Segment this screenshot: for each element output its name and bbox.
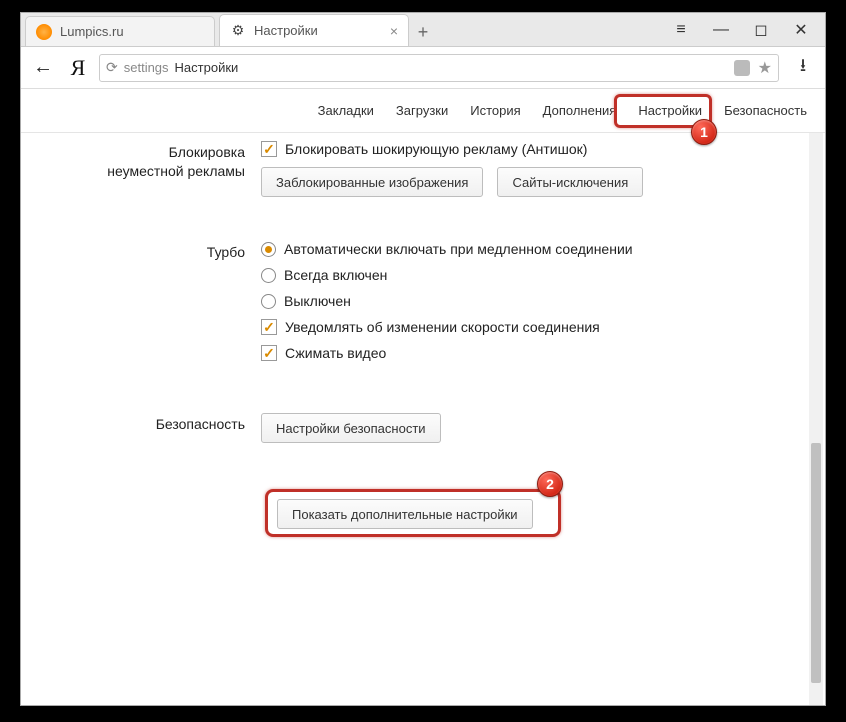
step-marker-2: 2 <box>537 471 563 497</box>
scroll-thumb[interactable] <box>811 443 821 683</box>
section-turbo: Турбо Автоматически включать при медленн… <box>51 241 795 371</box>
url-prefix: settings <box>124 60 169 75</box>
checkbox-compress-video[interactable]: ✓ <box>261 345 277 361</box>
section-label-security: Безопасность <box>51 413 261 453</box>
subnav-downloads[interactable]: Загрузки <box>396 103 448 118</box>
radio-turbo-always[interactable] <box>261 268 276 283</box>
subnav-addons[interactable]: Дополнения <box>543 103 617 118</box>
url-label: Настройки <box>175 60 239 75</box>
window-controls: ≡ — ◻ ✕ <box>661 13 821 47</box>
subnav-security[interactable]: Безопасность <box>724 103 807 118</box>
label-turbo-off: Выключен <box>284 293 351 309</box>
show-advanced-button[interactable]: Показать дополнительные настройки <box>277 499 533 529</box>
label-compress-video: Сжимать видео <box>285 345 386 361</box>
settings-subnav: Закладки Загрузки История Дополнения Нас… <box>21 89 825 133</box>
bookmark-star-icon[interactable]: ★ <box>758 58 772 78</box>
label-notify-speed: Уведомлять об изменении скорости соедине… <box>285 319 600 335</box>
section-adblock: Блокировка неуместной рекламы ✓ Блокиров… <box>51 141 795 207</box>
label-antishock: Блокировать шокирующую рекламу (Антишок) <box>285 141 587 157</box>
settings-content: Блокировка неуместной рекламы ✓ Блокиров… <box>21 133 825 705</box>
back-icon[interactable]: ← <box>29 54 57 82</box>
section-security: Безопасность Настройки безопасности <box>51 413 795 453</box>
yandex-logo-icon[interactable]: Я <box>67 55 89 81</box>
tab-settings[interactable]: ⚙ Настройки × <box>219 14 409 46</box>
advanced-wrap: Показать дополнительные настройки 2 <box>277 499 577 529</box>
downloads-icon[interactable]: ⭳ <box>789 53 817 83</box>
section-label-adblock: Блокировка неуместной рекламы <box>51 141 261 207</box>
gear-icon: ⚙ <box>230 23 246 39</box>
new-tab-button[interactable]: + <box>409 18 437 46</box>
checkbox-antishock[interactable]: ✓ <box>261 141 277 157</box>
close-window-icon[interactable]: ✕ <box>781 15 821 45</box>
subnav-settings[interactable]: Настройки <box>638 103 702 118</box>
maximize-icon[interactable]: ◻ <box>741 15 781 45</box>
scrollbar[interactable] <box>809 133 823 705</box>
label-turbo-auto: Автоматически включать при медленном сое… <box>284 241 633 257</box>
subnav-bookmarks[interactable]: Закладки <box>318 103 374 118</box>
address-bar: ← Я ⟳ settings Настройки ★ ⭳ <box>21 47 825 89</box>
menu-icon[interactable]: ≡ <box>661 15 701 45</box>
minimize-icon[interactable]: — <box>701 15 741 45</box>
tab-title: Lumpics.ru <box>60 24 124 39</box>
close-icon[interactable]: × <box>390 24 398 38</box>
orange-favicon-icon <box>36 24 52 40</box>
blocked-images-button[interactable]: Заблокированные изображения <box>261 167 483 197</box>
refresh-icon[interactable]: ⟳ <box>106 59 118 76</box>
radio-turbo-auto[interactable] <box>261 242 276 257</box>
tab-lumpics[interactable]: Lumpics.ru <box>25 16 215 46</box>
browser-window: Lumpics.ru ⚙ Настройки × + ≡ — ◻ ✕ ← Я ⟳… <box>20 12 826 706</box>
shield-icon[interactable] <box>734 60 750 76</box>
tab-strip: Lumpics.ru ⚙ Настройки × + ≡ — ◻ ✕ <box>21 13 825 47</box>
checkbox-notify-speed[interactable]: ✓ <box>261 319 277 335</box>
site-exceptions-button[interactable]: Сайты-исключения <box>497 167 643 197</box>
tab-title: Настройки <box>254 23 318 38</box>
subnav-history[interactable]: История <box>470 103 520 118</box>
url-input[interactable]: ⟳ settings Настройки ★ <box>99 54 779 82</box>
security-settings-button[interactable]: Настройки безопасности <box>261 413 441 443</box>
section-label-turbo: Турбо <box>51 241 261 371</box>
label-turbo-always: Всегда включен <box>284 267 387 283</box>
radio-turbo-off[interactable] <box>261 294 276 309</box>
